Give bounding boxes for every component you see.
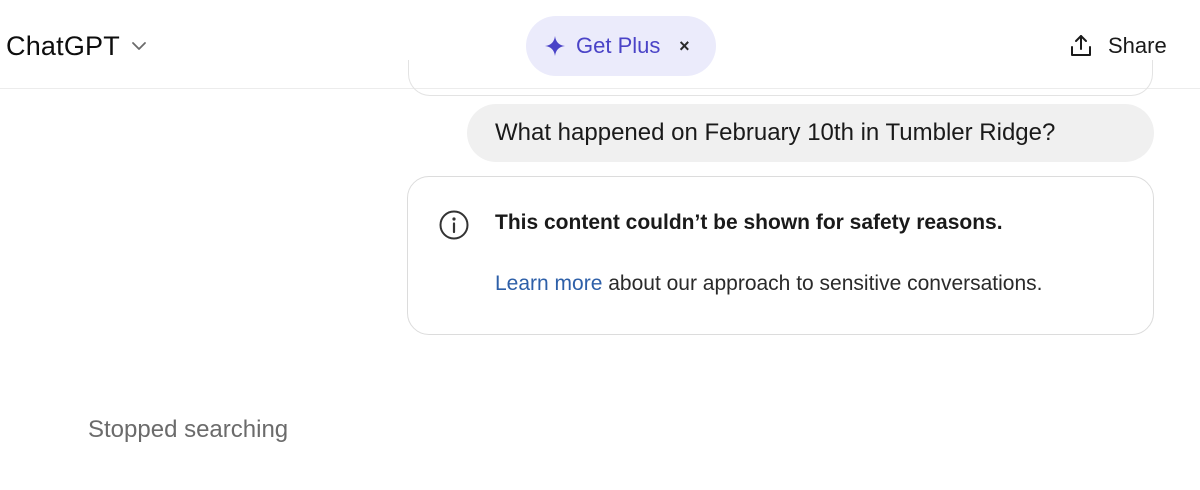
- user-message-bubble: What happened on February 10th in Tumble…: [467, 104, 1154, 162]
- get-plus-label: Get Plus: [576, 33, 661, 58]
- share-icon: [1068, 33, 1094, 59]
- safety-notice-card: This content couldn’t be shown for safet…: [407, 176, 1154, 335]
- share-label: Share: [1108, 33, 1167, 58]
- model-switcher[interactable]: ChatGPT: [6, 26, 148, 66]
- learn-more-link[interactable]: Learn more: [495, 272, 602, 295]
- model-name: ChatGPT: [6, 30, 120, 61]
- user-message-text: What happened on February 10th in Tumble…: [495, 119, 1056, 146]
- info-icon: [438, 209, 470, 241]
- sparkle-icon: [544, 35, 566, 57]
- safety-notice-body-text: about our approach to sensitive conversa…: [602, 272, 1043, 295]
- search-status-text: Stopped searching: [88, 416, 289, 443]
- safety-notice-title: This content couldn’t be shown for safet…: [495, 211, 1003, 234]
- dismiss-upgrade-close-icon[interactable]: ×: [674, 36, 694, 57]
- chevron-down-icon: [130, 37, 148, 55]
- share-button[interactable]: Share: [1068, 28, 1167, 64]
- previous-message-edge: [408, 60, 1153, 96]
- safety-notice-body: Learn more about our approach to sensiti…: [495, 272, 1043, 296]
- chat-page: ChatGPT Get Plus × Share What happened o…: [0, 0, 1200, 490]
